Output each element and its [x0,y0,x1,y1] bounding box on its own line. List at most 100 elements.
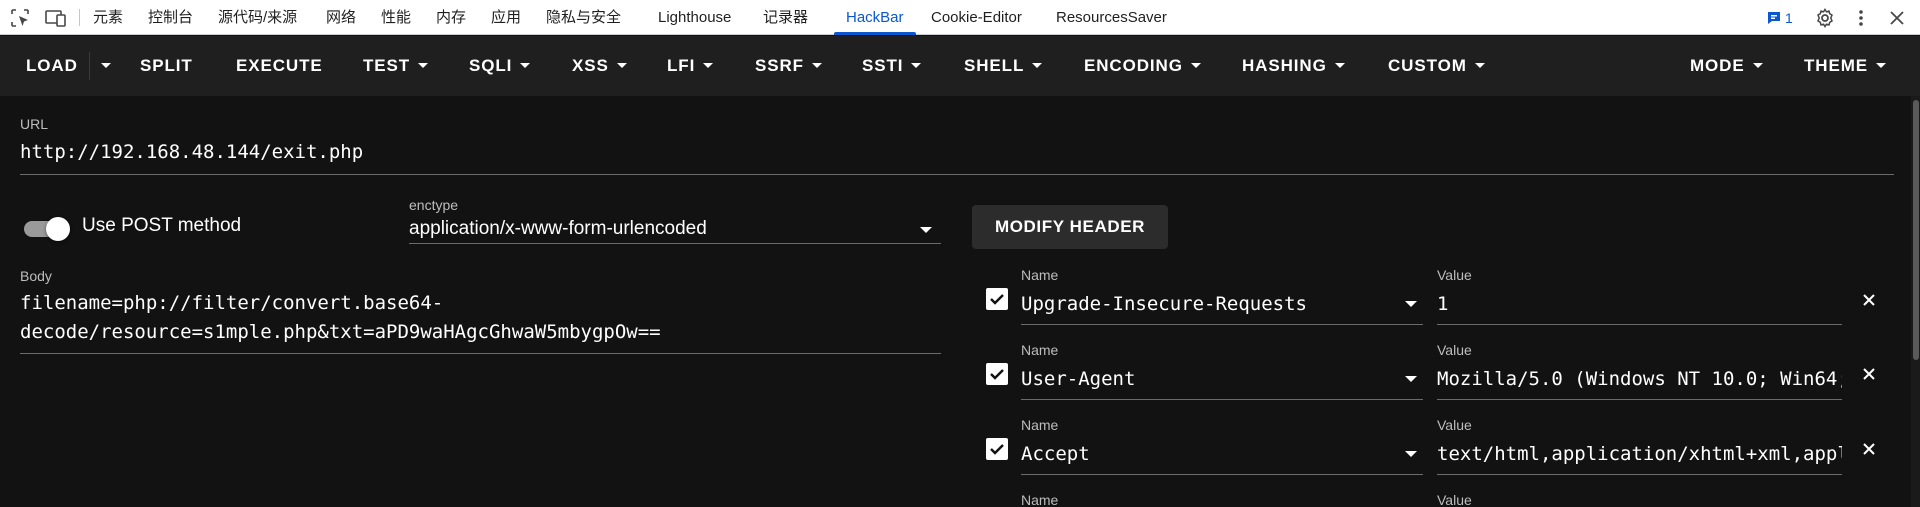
header-4-name-label: Name [1021,492,1059,507]
sqli-label: SQLI [469,56,513,75]
custom-label: CUSTOM [1388,56,1467,75]
enctype-label: enctype [409,197,459,213]
header-1-checkbox[interactable] [986,288,1008,310]
header-2-value-underline [1437,399,1842,400]
checkmark-icon [990,369,1004,380]
header-2-name-underline [1021,399,1423,400]
header-2-checkbox[interactable] [986,363,1008,385]
xss-menu-button[interactable]: XSS [572,36,627,96]
xss-label: XSS [572,56,609,75]
chevron-down-icon [811,62,822,68]
post-method-toggle[interactable] [22,214,72,242]
ssrf-menu-button[interactable]: SSRF [755,36,822,96]
load-button[interactable]: LOAD [26,36,78,96]
header-1-name-label: Name [1021,267,1059,283]
test-label: TEST [363,56,411,75]
mode-menu-button[interactable]: MODE [1690,36,1763,96]
header-3-name-underline [1021,474,1423,475]
tab-sources[interactable]: 源代码/来源 [218,0,297,35]
header-3-name-label: Name [1021,417,1059,433]
chevron-down-icon [1334,62,1345,68]
more-options-icon[interactable] [1851,8,1871,28]
tab-application[interactable]: 应用 [491,0,521,35]
header-3-value-clip: text/html,application/xhtml+xml,applicat… [1437,440,1842,470]
hashing-menu-button[interactable]: HASHING [1242,36,1345,96]
hashing-label: HASHING [1242,56,1327,75]
modify-header-button[interactable]: MODIFY HEADER [972,205,1168,249]
tab-console[interactable]: 控制台 [148,0,193,35]
body-textarea-line-1[interactable]: filename=php://filter/convert.base64- [20,292,443,314]
settings-gear-icon[interactable] [1815,8,1835,28]
lfi-label: LFI [667,56,696,75]
tab-resourcessaver[interactable]: ResourcesSaver [1056,0,1167,35]
chevron-down-icon [1474,62,1485,68]
ssti-menu-button[interactable]: SSTI [862,36,922,96]
encoding-menu-button[interactable]: ENCODING [1084,36,1201,96]
toggle-thumb [46,217,70,241]
body-underline [20,353,941,354]
sqli-menu-button[interactable]: SQLI [469,36,531,96]
header-2-name-label: Name [1021,342,1059,358]
tab-privacy-security[interactable]: 隐私与安全 [546,0,621,35]
inspect-element-icon[interactable] [10,8,30,28]
chevron-down-icon [920,227,932,233]
tab-memory[interactable]: 内存 [436,0,466,35]
tab-elements[interactable]: 元素 [93,0,123,35]
theme-menu-button[interactable]: THEME [1804,36,1886,96]
url-underline [20,174,1894,175]
chevron-down-icon [1405,451,1417,457]
header-1-value-clip: 1 [1437,290,1842,320]
load-menu-dropdown[interactable] [101,36,111,96]
encoding-label: ENCODING [1084,56,1183,75]
header-1-name-select[interactable]: Upgrade-Insecure-Requests [1021,293,1307,315]
tab-performance[interactable]: 性能 [381,0,411,35]
chevron-down-icon [911,62,922,68]
checkmark-icon [990,444,1004,455]
header-2-name-select[interactable]: User-Agent [1021,368,1135,390]
message-icon [1768,12,1780,24]
issues-count: 1 [1785,10,1793,26]
devtools-tab-bar: 元素 控制台 源代码/来源 网络 性能 内存 应用 隐私与安全 Lighthou… [0,0,1920,35]
tab-network[interactable]: 网络 [326,0,356,35]
url-input[interactable]: http://192.168.48.144/exit.php [20,141,363,163]
header-1-value-input[interactable]: 1 [1437,293,1448,315]
header-2-value-label: Value [1437,342,1472,358]
remove-header-1-icon[interactable] [1858,289,1880,311]
chevron-down-icon [1405,301,1417,307]
chevron-down-icon [616,62,627,68]
chevron-down-icon [418,62,429,68]
tab-recorder[interactable]: 记录器 [763,0,808,35]
header-3-name-select[interactable]: Accept [1021,443,1090,465]
issues-badge[interactable]: 1 [1766,8,1793,28]
header-2-value-input[interactable]: Mozilla/5.0 (Windows NT 10.0; Win64; x64… [1437,368,1842,390]
checkmark-icon [990,294,1004,305]
chevron-down-icon [1752,62,1763,68]
ssrf-label: SSRF [755,56,804,75]
header-3-value-input[interactable]: text/html,application/xhtml+xml,applicat… [1437,443,1842,465]
close-devtools-icon[interactable] [1887,8,1907,28]
chevron-down-icon [703,62,714,68]
tab-hackbar[interactable]: HackBar [834,0,915,35]
url-label: URL [20,116,49,132]
body-textarea-line-2[interactable]: decode/resource=s1mple.php&txt=aPD9waHAg… [20,321,661,343]
shell-menu-button[interactable]: SHELL [964,36,1043,96]
split-button[interactable]: SPLIT [140,36,193,96]
lfi-menu-button[interactable]: LFI [667,36,714,96]
tab-lighthouse[interactable]: Lighthouse [658,0,731,35]
tab-cookie-editor[interactable]: Cookie-Editor [931,0,1022,35]
header-3-value-label: Value [1437,417,1472,433]
panel-scrollbar-thumb[interactable] [1913,100,1919,360]
chevron-down-icon [101,62,111,68]
header-4-value-label: Value [1437,492,1472,507]
execute-button[interactable]: EXECUTE [236,36,323,96]
test-menu-button[interactable]: TEST [363,36,429,96]
toolbar-divider [79,9,80,26]
header-3-checkbox[interactable] [986,438,1008,460]
device-toolbar-icon[interactable] [45,8,66,28]
header-3-value-underline [1437,474,1842,475]
remove-header-2-icon[interactable] [1858,363,1880,385]
remove-header-3-icon[interactable] [1858,438,1880,460]
enctype-select[interactable]: application/x-www-form-urlencoded [409,218,707,240]
custom-menu-button[interactable]: CUSTOM [1388,36,1485,96]
header-1-name-underline [1021,324,1423,325]
